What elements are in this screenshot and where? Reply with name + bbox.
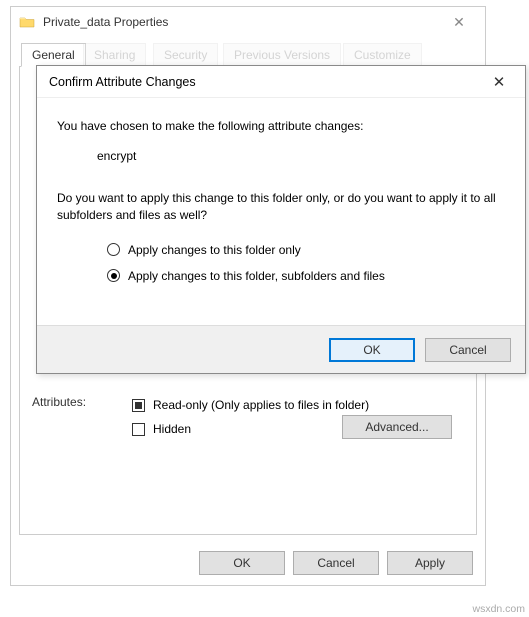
confirm-cancel-button[interactable]: Cancel — [425, 338, 511, 362]
confirm-radio-group: Apply changes to this folder only Apply … — [107, 237, 505, 289]
folder-icon — [19, 14, 35, 30]
confirm-dialog: Confirm Attribute Changes ✕ You have cho… — [36, 65, 526, 374]
radio-label: Apply changes to this folder only — [128, 243, 301, 257]
radio-label: Apply changes to this folder, subfolders… — [128, 269, 385, 283]
properties-close-button[interactable]: ✕ — [439, 14, 479, 31]
confirm-footer: OK Cancel — [37, 325, 525, 373]
confirm-close-button[interactable]: ✕ — [479, 73, 519, 91]
attributes-label: Attributes: — [32, 395, 86, 409]
tab-customize[interactable]: Customize — [343, 43, 422, 67]
radio-icon — [107, 269, 120, 282]
confirm-intro-text: You have chosen to make the following at… — [57, 118, 505, 134]
radio-subfolders-and-files[interactable]: Apply changes to this folder, subfolders… — [107, 263, 505, 289]
watermark: wsxdn.com — [472, 603, 525, 615]
properties-apply-button[interactable]: Apply — [387, 551, 473, 575]
tab-strip: General Sharing Security Previous Versio… — [19, 43, 477, 67]
tab-general[interactable]: General — [21, 43, 86, 67]
confirm-body: You have chosen to make the following at… — [37, 98, 525, 289]
properties-ok-button[interactable]: OK — [199, 551, 285, 575]
properties-button-row: OK Cancel Apply — [199, 551, 473, 575]
hidden-checkbox[interactable] — [132, 423, 145, 436]
tab-sharing[interactable]: Sharing — [83, 43, 146, 67]
radio-this-folder-only[interactable]: Apply changes to this folder only — [107, 237, 505, 263]
properties-titlebar: Private_data Properties ✕ — [11, 7, 485, 37]
confirm-question-text: Do you want to apply this change to this… — [57, 190, 505, 222]
readonly-checkbox[interactable] — [132, 399, 145, 412]
tab-previous-versions[interactable]: Previous Versions — [223, 43, 341, 67]
confirm-title: Confirm Attribute Changes — [49, 75, 479, 89]
confirm-ok-button[interactable]: OK — [329, 338, 415, 362]
advanced-button[interactable]: Advanced... — [342, 415, 452, 439]
confirm-titlebar: Confirm Attribute Changes ✕ — [37, 66, 525, 98]
properties-cancel-button[interactable]: Cancel — [293, 551, 379, 575]
readonly-row[interactable]: Read-only (Only applies to files in fold… — [132, 393, 452, 417]
readonly-label: Read-only (Only applies to files in fold… — [153, 398, 369, 412]
hidden-label: Hidden — [153, 422, 191, 436]
radio-icon — [107, 243, 120, 256]
tab-security[interactable]: Security — [153, 43, 218, 67]
properties-title: Private_data Properties — [43, 15, 439, 29]
confirm-change-text: encrypt — [97, 148, 505, 164]
